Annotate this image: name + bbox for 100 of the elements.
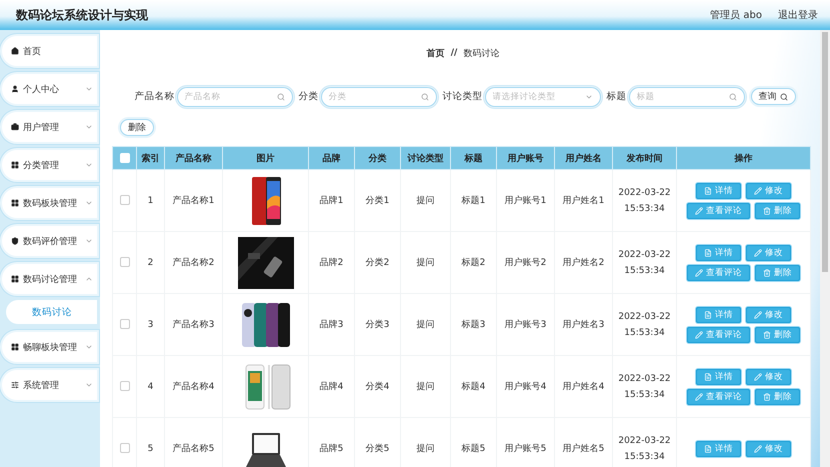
action-button[interactable]: 详情 bbox=[696, 182, 741, 198]
table-cell: 品牌1 bbox=[308, 170, 354, 232]
sidebar-item[interactable]: 首页 bbox=[2, 36, 97, 66]
table-cell: 2022-03-22 15:53:34 bbox=[612, 170, 676, 232]
document-icon bbox=[704, 186, 712, 194]
checkbox[interactable] bbox=[120, 381, 130, 392]
sidebar-item[interactable]: 分类管理 bbox=[2, 150, 97, 180]
table-cell: 用户姓名1 bbox=[554, 170, 612, 232]
action-button[interactable]: 删除 bbox=[755, 264, 800, 280]
table-cell: 标题5 bbox=[450, 418, 496, 467]
action-button[interactable]: 修改 bbox=[746, 306, 791, 322]
action-button[interactable]: 修改 bbox=[746, 440, 791, 456]
table-cell: 标题2 bbox=[450, 232, 496, 294]
trash-icon bbox=[763, 392, 771, 400]
logout-link[interactable]: 退出登录 bbox=[778, 8, 818, 22]
checkbox[interactable] bbox=[120, 195, 130, 206]
table-cell: 品牌3 bbox=[308, 294, 354, 356]
checkbox[interactable] bbox=[120, 319, 130, 330]
document-icon bbox=[704, 310, 712, 318]
table-cell: 提问 bbox=[400, 418, 450, 467]
table-cell: 分类2 bbox=[354, 232, 400, 294]
trash-icon bbox=[763, 206, 771, 214]
pencil-icon bbox=[754, 372, 762, 380]
action-button[interactable]: 详情 bbox=[696, 306, 741, 322]
table-cell: 分类4 bbox=[354, 356, 400, 418]
table-cell: 产品名称4 bbox=[164, 356, 222, 418]
search-field[interactable]: 标题 bbox=[630, 88, 742, 104]
sidebar-item[interactable]: 数码板块管理 bbox=[2, 188, 97, 218]
search-icon bbox=[780, 92, 788, 100]
document-icon bbox=[704, 372, 712, 380]
sidebar-item[interactable]: 系统管理 bbox=[2, 370, 97, 400]
field-label: 标题 bbox=[606, 90, 626, 103]
action-button[interactable]: 修改 bbox=[746, 182, 791, 198]
field-label: 分类 bbox=[298, 90, 318, 103]
action-button[interactable]: 查看评论 bbox=[687, 388, 750, 404]
column-header: 分类 bbox=[354, 146, 400, 170]
table-cell: 产品名称3 bbox=[164, 294, 222, 356]
action-button[interactable]: 查看评论 bbox=[687, 326, 750, 342]
sidebar-item[interactable]: 用户管理 bbox=[2, 112, 97, 142]
pencil-icon bbox=[695, 392, 703, 400]
table-cell: 产品名称2 bbox=[164, 232, 222, 294]
pencil-icon bbox=[754, 248, 762, 256]
checkbox[interactable] bbox=[120, 257, 130, 268]
table-cell: 2022-03-22 15:53:34 bbox=[612, 356, 676, 418]
search-field[interactable]: 产品名称 bbox=[178, 88, 290, 104]
column-header: 图片 bbox=[222, 146, 308, 170]
breadcrumb-separator: // bbox=[450, 48, 458, 58]
sidebar-item[interactable]: 数码评价管理 bbox=[2, 226, 97, 256]
column-header: 用户账号 bbox=[496, 146, 554, 170]
pencil-icon bbox=[695, 268, 703, 276]
sliders-icon bbox=[11, 381, 19, 389]
pencil-icon bbox=[754, 186, 762, 194]
grid-icon bbox=[11, 199, 19, 207]
action-button[interactable]: 查看评论 bbox=[687, 264, 750, 280]
chevron-icon bbox=[85, 161, 93, 169]
field-label: 讨论类型 bbox=[442, 90, 482, 103]
chevron-icon bbox=[85, 237, 93, 245]
scrollbar[interactable] bbox=[820, 30, 830, 467]
table-cell: 用户账号5 bbox=[496, 418, 554, 467]
grid-icon bbox=[11, 161, 19, 169]
user-label: 管理员 abo bbox=[710, 9, 762, 22]
column-header: 发布时间 bbox=[612, 146, 676, 170]
chevron-icon bbox=[85, 275, 93, 283]
column-header: 用户姓名 bbox=[554, 146, 612, 170]
search-icon bbox=[420, 92, 428, 100]
table-cell: 1 bbox=[136, 170, 164, 232]
action-button[interactable]: 查看评论 bbox=[687, 202, 750, 218]
table-cell: 分类5 bbox=[354, 418, 400, 467]
table-cell: 提问 bbox=[400, 170, 450, 232]
action-button[interactable]: 详情 bbox=[696, 368, 741, 384]
table-cell: 分类1 bbox=[354, 170, 400, 232]
action-button[interactable]: 删除 bbox=[755, 202, 800, 218]
sidebar-item[interactable]: 畅聊板块管理 bbox=[2, 332, 97, 362]
search-field[interactable]: 分类 bbox=[322, 88, 434, 104]
delete-button[interactable]: 删除 bbox=[120, 119, 154, 136]
action-button[interactable]: 修改 bbox=[746, 368, 791, 384]
sidebar-subitem[interactable]: 数码讨论 bbox=[6, 300, 97, 324]
table-cell: 用户账号3 bbox=[496, 294, 554, 356]
sidebar-item[interactable]: 数码讨论管理 bbox=[2, 264, 97, 294]
trash-icon bbox=[763, 268, 771, 276]
table-cell: 用户账号4 bbox=[496, 356, 554, 418]
action-button[interactable]: 详情 bbox=[696, 440, 741, 456]
column-header: 标题 bbox=[450, 146, 496, 170]
table-cell: 产品名称5 bbox=[164, 418, 222, 467]
action-button[interactable]: 删除 bbox=[755, 326, 800, 342]
table-cell: 提问 bbox=[400, 232, 450, 294]
chevron-icon bbox=[85, 343, 93, 351]
breadcrumb-item[interactable]: 首页 bbox=[426, 46, 445, 60]
select-field[interactable]: 请选择讨论类型 bbox=[486, 88, 598, 104]
action-button[interactable]: 修改 bbox=[746, 244, 791, 260]
sidebar-item[interactable]: 个人中心 bbox=[2, 74, 97, 104]
table-cell: 2022-03-22 15:53:34 bbox=[612, 294, 676, 356]
checkbox[interactable] bbox=[120, 443, 130, 454]
briefcase-icon bbox=[11, 123, 19, 131]
table-cell: 2022-03-22 15:53:34 bbox=[612, 418, 676, 467]
query-button[interactable]: 查询 bbox=[750, 88, 796, 105]
table-cell: 品牌4 bbox=[308, 356, 354, 418]
action-button[interactable]: 删除 bbox=[755, 388, 800, 404]
column-header: 产品名称 bbox=[164, 146, 222, 170]
action-button[interactable]: 详情 bbox=[696, 244, 741, 260]
